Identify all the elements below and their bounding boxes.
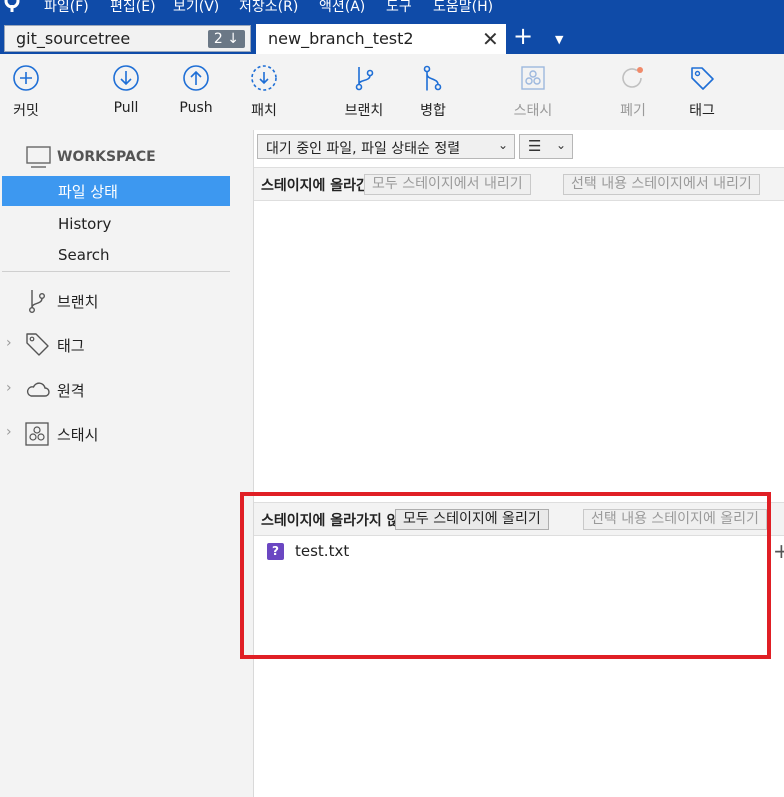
sidebar-section-tags[interactable]: › 태그 <box>0 332 230 358</box>
chevron-right-icon[interactable]: › <box>6 424 12 440</box>
commit-icon <box>13 65 39 91</box>
push-button[interactable]: Push <box>166 64 226 116</box>
unstage-all-button[interactable]: 모두 스테이지에서 내리기 <box>364 174 531 195</box>
repo-tab-name: git_sourcetree <box>16 29 131 48</box>
pull-button[interactable]: Pull <box>96 64 156 116</box>
branch-tab[interactable]: new_branch_test2 ✕ <box>256 24 506 54</box>
monitor-icon <box>26 146 51 168</box>
file-status-panel: 대기 중인 파일, 파일 상태순 정렬 ⌄ ☰ ⌄ 스테이지에 올라간 파일 모… <box>254 130 784 797</box>
sidebar-section-stashes[interactable]: › 스태시 <box>0 421 230 447</box>
merge-icon <box>423 65 442 91</box>
remotes-label: 원격 <box>57 382 85 400</box>
toolbar: 커밋 Pull Push 패치 브랜치 병합 스태시 폐기 태그 <box>0 54 784 130</box>
sidebar-divider <box>2 271 230 272</box>
discard-label: 폐기 <box>620 103 646 119</box>
menu-edit[interactable]: 편집(E) <box>110 0 156 16</box>
tags-label: 태그 <box>57 337 85 355</box>
sidebar-item-search[interactable]: Search <box>58 246 110 264</box>
sidebar: WORKSPACE 파일 상태 History Search 브랜치 › 태그 … <box>0 130 254 797</box>
menu-help[interactable]: 도움말(H) <box>433 0 493 16</box>
push-icon <box>183 65 209 91</box>
tag-icon <box>691 67 714 90</box>
chevron-down-icon: ⌄ <box>497 138 508 152</box>
commit-label: 커밋 <box>13 103 39 119</box>
menu-bar: 파일(F) 편집(E) 보기(V) 저장소(R) 액션(A) 도구 도움말(H) <box>0 0 784 18</box>
tag-icon <box>26 333 49 356</box>
view-mode-dropdown[interactable]: ☰ ⌄ <box>519 134 573 159</box>
stash-button[interactable]: 스태시 <box>503 64 563 120</box>
patch-label: 패치 <box>251 103 277 119</box>
stage-file-plus-icon[interactable]: + <box>773 539 784 563</box>
tab-strip: git_sourcetree 2 ↓ new_branch_test2 ✕ + … <box>0 18 784 54</box>
chevron-right-icon[interactable]: › <box>6 380 12 396</box>
discard-icon <box>622 67 643 88</box>
pull-count-badge: 2 ↓ <box>207 30 245 48</box>
chevron-right-icon[interactable]: › <box>6 335 12 351</box>
merge-label: 병합 <box>420 103 446 119</box>
branches-label: 브랜치 <box>57 293 99 311</box>
sidebar-section-remotes[interactable]: › 원격 <box>0 377 230 403</box>
branch-icon <box>28 290 45 314</box>
branch-button[interactable]: 브랜치 <box>334 64 394 120</box>
list-view-icon: ☰ <box>528 137 542 155</box>
pull-label: Pull <box>113 100 139 116</box>
pull-icon <box>113 65 139 91</box>
patch-button[interactable]: 패치 <box>234 64 294 120</box>
menu-tools[interactable]: 도구 <box>386 0 412 16</box>
cloud-icon <box>26 382 50 397</box>
unstage-selected-button[interactable]: 선택 내용 스테이지에서 내리기 <box>563 174 760 195</box>
file-status-label: 파일 상태 <box>58 183 118 201</box>
close-tab-icon[interactable]: ✕ <box>482 27 499 51</box>
commit-button[interactable]: 커밋 <box>0 64 56 120</box>
tab-list-dropdown-icon[interactable]: ▼ <box>555 33 563 46</box>
branch-tab-name: new_branch_test2 <box>268 29 414 48</box>
repo-tab[interactable]: git_sourcetree 2 ↓ <box>4 25 251 52</box>
sidebar-item-file-status[interactable]: 파일 상태 <box>2 176 230 206</box>
menu-file[interactable]: 파일(F) <box>44 0 89 16</box>
tag-button[interactable]: 태그 <box>672 64 732 120</box>
stashes-label: 스태시 <box>57 426 99 444</box>
menu-view[interactable]: 보기(V) <box>173 0 219 16</box>
sidebar-section-branches[interactable]: 브랜치 <box>0 288 230 314</box>
branch-label: 브랜치 <box>344 103 384 119</box>
stash-icon <box>521 66 545 90</box>
patch-icon <box>251 65 277 91</box>
stash-icon <box>25 422 49 446</box>
push-label: Push <box>179 100 213 116</box>
stage-all-button[interactable]: 모두 스테이지에 올리기 <box>395 509 549 530</box>
menu-repository[interactable]: 저장소(R) <box>239 0 298 16</box>
sort-dropdown-value: 대기 중인 파일, 파일 상태순 정렬 <box>266 141 461 157</box>
stash-label: 스태시 <box>513 103 553 119</box>
untracked-status-icon: ? <box>267 543 284 560</box>
new-tab-button[interactable]: + <box>513 24 533 48</box>
stage-selected-button[interactable]: 선택 내용 스테이지에 올리기 <box>583 509 767 530</box>
workspace-label: WORKSPACE <box>57 149 156 165</box>
staged-files-list <box>254 200 784 500</box>
menu-actions[interactable]: 액션(A) <box>319 0 365 16</box>
branch-icon <box>355 67 374 91</box>
sourcetree-logo-icon <box>4 0 20 12</box>
file-row[interactable]: ? test.txt + <box>254 539 784 567</box>
tag-label: 태그 <box>689 103 715 119</box>
sidebar-item-history[interactable]: History <box>58 215 111 233</box>
file-name: test.txt <box>295 542 350 560</box>
sort-dropdown[interactable]: 대기 중인 파일, 파일 상태순 정렬 ⌄ <box>257 134 515 159</box>
chevron-down-icon: ⌄ <box>555 138 566 152</box>
workspace-header: WORKSPACE <box>26 146 156 168</box>
staged-files-header: 스테이지에 올라간 파일 모두 스테이지에서 내리기 선택 내용 스테이지에서 … <box>254 167 784 201</box>
unstaged-files-header: 스테이지에 올라가지 않은 파일 모두 스테이지에 올리기 선택 내용 스테이지… <box>254 502 784 536</box>
merge-button[interactable]: 병합 <box>403 64 463 120</box>
discard-button[interactable]: 폐기 <box>603 64 663 120</box>
